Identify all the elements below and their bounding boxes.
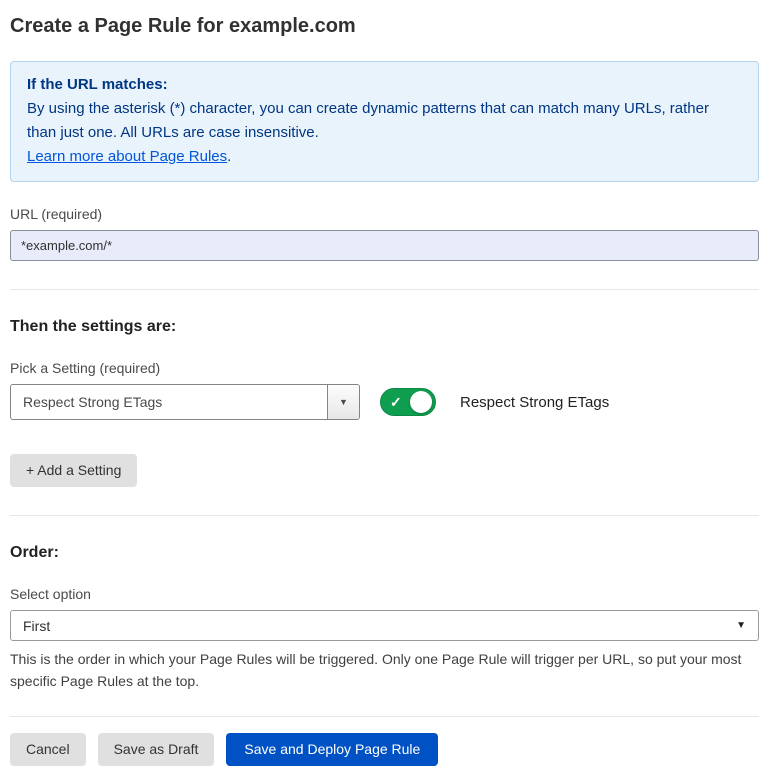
- order-select-value: First: [23, 618, 50, 634]
- setting-row: Respect Strong ETags ▼ ✓ Respect Strong …: [10, 384, 759, 420]
- pick-setting-label: Pick a Setting (required): [10, 360, 759, 376]
- respect-strong-etags-toggle[interactable]: ✓: [380, 388, 436, 416]
- order-select-label: Select option: [10, 586, 759, 602]
- order-section: Order: Select option First ▼ This is the…: [10, 544, 759, 692]
- create-page-rule-form: Create a Page Rule for example.com If th…: [0, 0, 769, 782]
- url-field: URL (required): [10, 206, 759, 261]
- order-select[interactable]: First ▼: [10, 610, 759, 641]
- divider: [10, 289, 759, 290]
- check-icon: ✓: [390, 395, 402, 409]
- url-label: URL (required): [10, 206, 759, 222]
- order-heading: Order:: [10, 544, 759, 562]
- chevron-down-icon: ▼: [736, 621, 746, 631]
- settings-section: Then the settings are: Pick a Setting (r…: [10, 318, 759, 487]
- footer-actions: Cancel Save as Draft Save and Deploy Pag…: [10, 733, 759, 766]
- learn-more-link[interactable]: Learn more about Page Rules: [27, 148, 227, 165]
- link-suffix: .: [227, 148, 231, 165]
- add-setting-button[interactable]: + Add a Setting: [10, 454, 137, 487]
- setting-select-value: Respect Strong ETags: [11, 385, 327, 419]
- info-box-body: By using the asterisk (*) character, you…: [27, 97, 742, 145]
- settings-heading: Then the settings are:: [10, 318, 759, 336]
- setting-select-open-button[interactable]: ▼: [327, 385, 359, 419]
- cancel-button[interactable]: Cancel: [10, 733, 86, 766]
- caret-down-icon: ▼: [339, 398, 348, 407]
- toggle-label: Respect Strong ETags: [460, 394, 609, 411]
- toggle-knob: [410, 391, 432, 413]
- save-draft-button[interactable]: Save as Draft: [98, 733, 215, 766]
- order-help-text: This is the order in which your Page Rul…: [10, 648, 750, 692]
- divider: [10, 716, 759, 717]
- page-title: Create a Page Rule for example.com: [10, 12, 759, 40]
- info-link-line: Learn more about Page Rules.: [27, 145, 742, 169]
- setting-select[interactable]: Respect Strong ETags ▼: [10, 384, 360, 420]
- divider: [10, 515, 759, 516]
- url-match-info-box: If the URL matches: By using the asteris…: [10, 61, 759, 182]
- url-input[interactable]: [10, 230, 759, 261]
- save-deploy-button[interactable]: Save and Deploy Page Rule: [226, 733, 438, 766]
- info-box-heading: If the URL matches:: [27, 73, 742, 97]
